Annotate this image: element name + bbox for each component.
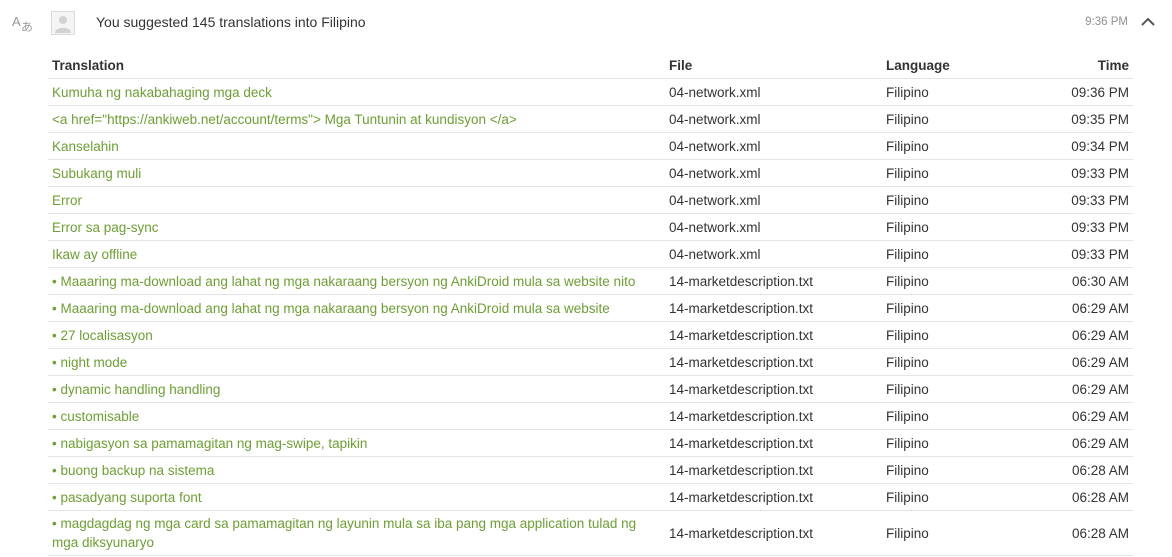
column-header-translation: Translation: [48, 52, 665, 79]
table-row: • buong backup na sistema 14-marketdescri…: [48, 456, 1133, 484]
language-cell: Filipino: [882, 348, 1022, 376]
file-cell: 14-marketdescription.txt: [665, 267, 882, 295]
table-row: • customisable 14-marketdescription.txt Fi…: [48, 402, 1133, 430]
time-cell: 09:34 PM: [1022, 132, 1133, 160]
time-cell: 09:35 PM: [1022, 105, 1133, 133]
language-cell: Filipino: [882, 267, 1022, 295]
time-cell: 09:36 PM: [1022, 78, 1133, 106]
translation-link[interactable]: Error: [48, 186, 665, 214]
language-cell: Filipino: [882, 402, 1022, 430]
translation-link[interactable]: <a href="https://ankiweb.net/account/ter…: [48, 105, 665, 133]
column-header-file: File: [665, 52, 882, 79]
language-cell: Filipino: [882, 483, 1022, 511]
language-cell: Filipino: [882, 240, 1022, 268]
time-cell: 06:29 AM: [1022, 375, 1133, 403]
file-cell: 14-marketdescription.txt: [665, 402, 882, 430]
time-cell: 06:30 AM: [1022, 267, 1133, 295]
file-cell: 14-marketdescription.txt: [665, 348, 882, 376]
language-cell: Filipino: [882, 132, 1022, 160]
file-cell: 14-marketdescription.txt: [665, 483, 882, 511]
table-row: Error 04-network.xml Filipino 09:33 PM: [48, 186, 1133, 214]
svg-text:あ: あ: [21, 20, 33, 34]
time-cell: 09:33 PM: [1022, 186, 1133, 214]
table-row: Error sa pag-sync 04-network.xml Filipino 0…: [48, 213, 1133, 241]
translation-link[interactable]: Subukang muli: [48, 159, 665, 187]
table-row: <a href="https://ankiweb.net/account/ter…: [48, 105, 1133, 133]
table-row: • Maaaring ma-download ang lahat ng mga …: [48, 267, 1133, 295]
time-cell: 06:29 AM: [1022, 429, 1133, 457]
time-cell: 06:29 AM: [1022, 402, 1133, 430]
table-row: • 27 localisasyon 14-marketdescription.tx…: [48, 321, 1133, 349]
language-cell: Filipino: [882, 186, 1022, 214]
language-cell: Filipino: [882, 78, 1022, 106]
translation-link[interactable]: Error sa pag-sync: [48, 213, 665, 241]
file-cell: 04-network.xml: [665, 213, 882, 241]
translation-link[interactable]: • Maaaring ma-download ang lahat ng mga …: [48, 267, 665, 295]
file-cell: 14-marketdescription.txt: [665, 429, 882, 457]
translation-link[interactable]: • night mode: [48, 348, 665, 376]
language-cell: Filipino: [882, 375, 1022, 403]
file-cell: 14-marketdescription.txt: [665, 294, 882, 322]
table-row: • pasadyang suporta font 14-marketdescrip…: [48, 483, 1133, 511]
file-cell: 14-marketdescription.txt: [665, 375, 882, 403]
activity-headline: You suggested 145 translations into Fili…: [96, 14, 366, 30]
table-row: Kumuha ng nakabahaging mga deck 04-networ…: [48, 78, 1133, 106]
column-header-time: Time: [1022, 52, 1133, 79]
language-cell: Filipino: [882, 321, 1022, 349]
translation-link[interactable]: Ikaw ay offline: [48, 240, 665, 268]
language-cell: Filipino: [882, 429, 1022, 457]
chevron-up-icon[interactable]: [1139, 13, 1157, 31]
svg-text:A: A: [12, 14, 21, 29]
file-cell: 04-network.xml: [665, 105, 882, 133]
table-row: • magdagdag ng mga card sa pamamagitan n…: [48, 510, 1133, 556]
file-cell: 14-marketdescription.txt: [665, 321, 882, 349]
translation-link[interactable]: • magdagdag ng mga card sa pamamagitan n…: [48, 510, 665, 556]
translation-link[interactable]: • nabigasyon sa pamamagitan ng mag-swipe…: [48, 429, 665, 457]
time-cell: 06:28 AM: [1022, 483, 1133, 511]
time-cell: 06:28 AM: [1022, 456, 1133, 484]
translation-link[interactable]: • 27 localisasyon: [48, 321, 665, 349]
time-cell: 06:29 AM: [1022, 321, 1133, 349]
table-row: • Maaaring ma-download ang lahat ng mga …: [48, 294, 1133, 322]
avatar[interactable]: [51, 11, 75, 35]
time-cell: 09:33 PM: [1022, 240, 1133, 268]
activity-header: A あ You suggested 145 translations into …: [0, 0, 1172, 46]
time-cell: 09:33 PM: [1022, 159, 1133, 187]
column-header-language: Language: [882, 52, 1022, 79]
time-cell: 06:29 AM: [1022, 348, 1133, 376]
file-cell: 04-network.xml: [665, 186, 882, 214]
translations-table: Translation File Language Time Kumuha ng…: [48, 52, 1133, 556]
translation-link[interactable]: • buong backup na sistema: [48, 456, 665, 484]
table-row: • nabigasyon sa pamamagitan ng mag-swipe…: [48, 429, 1133, 457]
language-cell: Filipino: [882, 510, 1022, 556]
translation-link[interactable]: • Maaaring ma-download ang lahat ng mga …: [48, 294, 665, 322]
file-cell: 14-marketdescription.txt: [665, 510, 882, 556]
time-cell: 06:28 AM: [1022, 510, 1133, 556]
translation-link[interactable]: • dynamic handling handling: [48, 375, 665, 403]
activity-time: 9:36 PM: [1085, 16, 1128, 28]
table-row: Subukang muli 04-network.xml Filipino 09:33…: [48, 159, 1133, 187]
language-cell: Filipino: [882, 294, 1022, 322]
table-row: Kanselahin 04-network.xml Filipino 09:34 PM: [48, 132, 1133, 160]
file-cell: 14-marketdescription.txt: [665, 456, 882, 484]
translation-link[interactable]: Kanselahin: [48, 132, 665, 160]
table-header-row: Translation File Language Time: [48, 52, 1133, 79]
translate-icon: A あ: [12, 12, 34, 34]
file-cell: 04-network.xml: [665, 78, 882, 106]
translation-link[interactable]: • pasadyang suporta font: [48, 483, 665, 511]
language-cell: Filipino: [882, 213, 1022, 241]
table-row: • dynamic handling handling 14-marketdesc…: [48, 375, 1133, 403]
translation-link[interactable]: • customisable: [48, 402, 665, 430]
table-row: • night mode 14-marketdescription.txt Fili…: [48, 348, 1133, 376]
file-cell: 04-network.xml: [665, 240, 882, 268]
translation-link[interactable]: Kumuha ng nakabahaging mga deck: [48, 78, 665, 106]
time-cell: 06:29 AM: [1022, 294, 1133, 322]
language-cell: Filipino: [882, 456, 1022, 484]
table-row: Ikaw ay offline 04-network.xml Filipino 09:…: [48, 240, 1133, 268]
file-cell: 04-network.xml: [665, 159, 882, 187]
language-cell: Filipino: [882, 159, 1022, 187]
time-cell: 09:33 PM: [1022, 213, 1133, 241]
language-cell: Filipino: [882, 105, 1022, 133]
file-cell: 04-network.xml: [665, 132, 882, 160]
